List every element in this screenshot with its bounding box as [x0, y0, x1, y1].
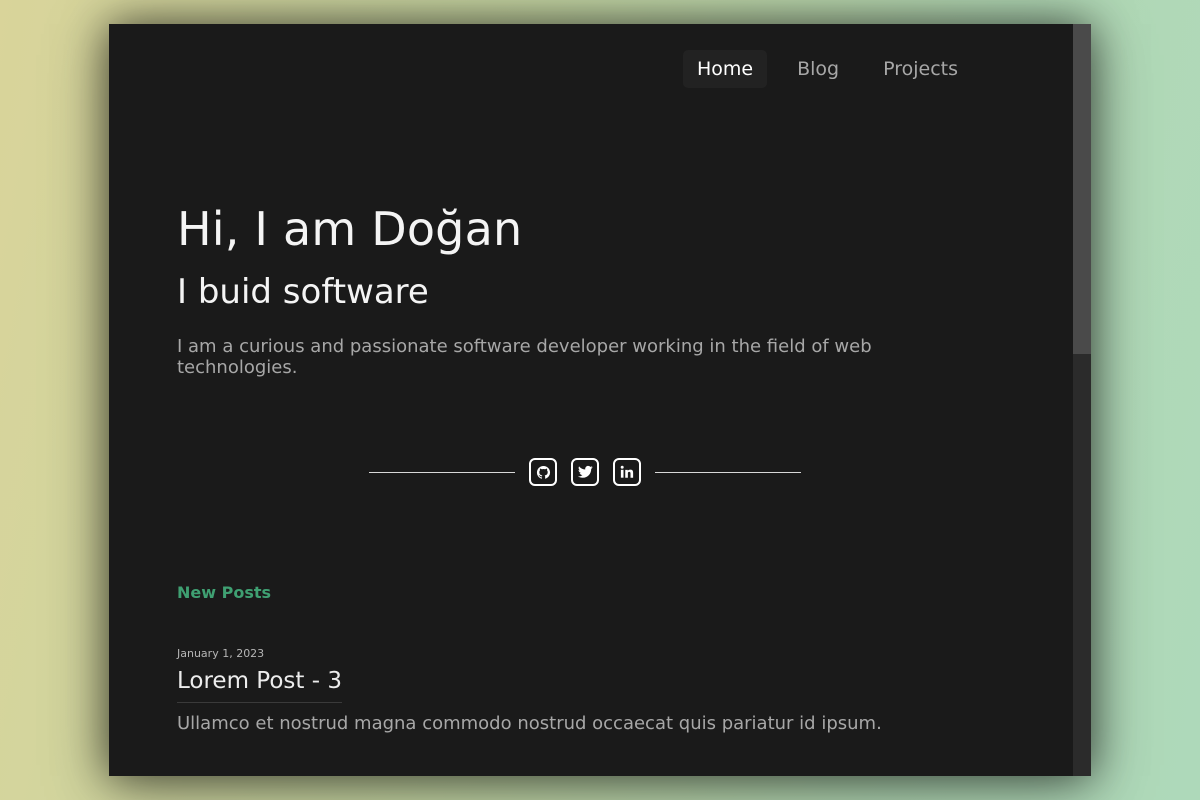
- nav-blog[interactable]: Blog: [783, 50, 853, 88]
- divider-left: [369, 471, 515, 473]
- new-posts-heading: New Posts: [177, 583, 272, 602]
- nav-home[interactable]: Home: [683, 50, 768, 88]
- scrollbar[interactable]: [1073, 24, 1091, 776]
- hero-description: I am a curious and passionate software d…: [177, 336, 872, 378]
- scrollbar-thumb[interactable]: [1073, 24, 1091, 354]
- post-excerpt: Ullamco et nostrud magna commodo nostrud…: [177, 713, 882, 734]
- hero-tagline: I buid software: [177, 272, 429, 312]
- social-icons: [529, 458, 641, 486]
- linkedin-icon[interactable]: [613, 458, 641, 486]
- twitter-icon[interactable]: [571, 458, 599, 486]
- browser-window: Home Blog Projects Hi, I am Doğan I buid…: [109, 24, 1091, 776]
- nav-projects[interactable]: Projects: [869, 50, 972, 88]
- hero-greeting: Hi, I am Doğan: [177, 202, 523, 256]
- post-item: January 1, 2023 Lorem Post - 3 Ullamco e…: [177, 647, 997, 734]
- divider-right: [655, 471, 801, 473]
- top-nav: Home Blog Projects: [683, 50, 972, 88]
- post-title-link[interactable]: Lorem Post - 3: [177, 668, 342, 703]
- social-links: [369, 458, 801, 486]
- hero-section: Hi, I am Doğan I buid software I am a cu…: [177, 202, 997, 378]
- post-date: January 1, 2023: [177, 647, 265, 660]
- github-icon[interactable]: [529, 458, 557, 486]
